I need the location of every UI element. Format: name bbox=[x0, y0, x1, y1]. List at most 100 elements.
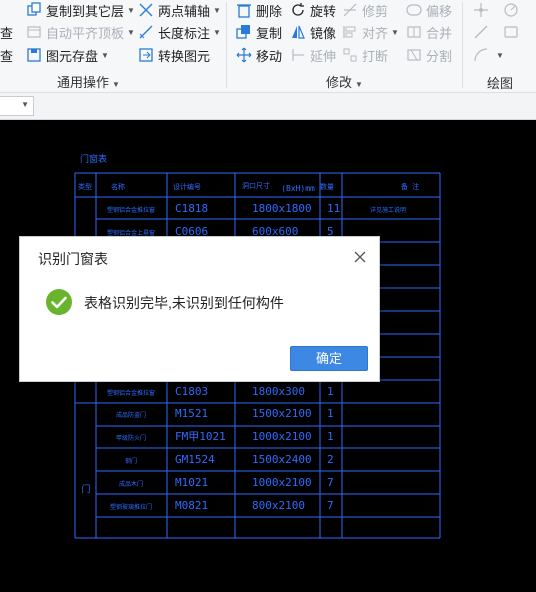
header-qty: 数量 bbox=[320, 182, 334, 191]
copy-button[interactable]: 复制 bbox=[236, 22, 282, 42]
button-label: 分割 bbox=[426, 48, 453, 64]
ribbon-separator bbox=[462, 2, 463, 88]
draw-point-button[interactable] bbox=[473, 0, 493, 20]
group-label-text: 修改 bbox=[326, 75, 353, 90]
chevron-down-icon: ▼ bbox=[21, 100, 29, 109]
button-label: 移动 bbox=[256, 48, 283, 64]
row-name: 钢门 bbox=[125, 457, 137, 465]
copy-to-other-layer-button[interactable]: 复制到其它层 ▼ bbox=[26, 0, 135, 20]
move-button[interactable]: 移动 bbox=[236, 45, 282, 65]
break-button[interactable]: 打断 bbox=[342, 45, 388, 65]
ribbon-cut-left-2[interactable]: 查 bbox=[0, 45, 13, 65]
layer-select[interactable]: ▼ bbox=[0, 96, 34, 116]
row-size: 1500x2100 bbox=[252, 407, 312, 420]
row-note: 详见施工说明 bbox=[370, 206, 406, 214]
row-code: GM1524 bbox=[175, 453, 215, 466]
button-label: 复制到其它层 bbox=[46, 3, 125, 19]
align-button[interactable]: 对齐 ▼ bbox=[342, 22, 399, 42]
chevron-down-icon: ▼ bbox=[213, 5, 221, 15]
auto-align-top-button[interactable]: 自动平齐顶板 ▼ bbox=[26, 22, 135, 42]
row-size: 1000x2100 bbox=[252, 476, 312, 489]
dialog-title: 识别门窗表 bbox=[38, 251, 108, 267]
group-label-draw: 绘图 bbox=[487, 73, 513, 92]
group-label-text: 通用操作 bbox=[57, 75, 110, 90]
row-qty: 2 bbox=[327, 453, 334, 466]
secondary-toolbar: ▼ bbox=[0, 93, 536, 120]
split-icon bbox=[406, 47, 422, 63]
chevron-down-icon: ▼ bbox=[127, 5, 135, 15]
convert-element-button[interactable]: 转换图元 bbox=[138, 45, 210, 65]
delete-button[interactable]: 删除 bbox=[236, 0, 282, 20]
row-code: C1818 bbox=[175, 202, 208, 215]
split-button[interactable]: 分割 bbox=[406, 45, 452, 65]
align-top-icon bbox=[26, 24, 42, 40]
row-name: 成品防盗门 bbox=[116, 411, 146, 419]
save-icon bbox=[26, 47, 42, 63]
rotate-button[interactable]: 旋转 bbox=[290, 0, 336, 20]
break-icon bbox=[342, 47, 358, 63]
line-icon bbox=[473, 24, 489, 40]
row-name: 塑钢玻璃推拉门 bbox=[110, 503, 152, 511]
close-button[interactable] bbox=[350, 247, 370, 267]
row-qty: 7 bbox=[327, 499, 334, 512]
button-label: 合并 bbox=[426, 25, 453, 41]
draw-circle-button[interactable] bbox=[503, 0, 523, 20]
offset-icon bbox=[406, 2, 422, 18]
ribbon-separator bbox=[226, 2, 227, 88]
header-type: 类型 bbox=[78, 182, 92, 191]
element-save-button[interactable]: 图元存盘 ▼ bbox=[26, 45, 109, 65]
button-label: 长度标注 bbox=[158, 25, 211, 41]
draw-rect-button[interactable] bbox=[503, 22, 523, 42]
ribbon-cut-label: 查 bbox=[0, 48, 14, 64]
merge-icon bbox=[406, 24, 422, 40]
draw-line-button[interactable] bbox=[473, 22, 493, 42]
group-label-modify: 修改 ▼ bbox=[326, 72, 363, 91]
length-dimension-button[interactable]: 长度标注 ▼ bbox=[138, 22, 221, 42]
button-label: 打断 bbox=[362, 48, 389, 64]
row-code: FM甲1021 bbox=[175, 430, 226, 443]
row-name: 塑钢铝合金推拉窗 bbox=[107, 206, 155, 214]
two-point-axis-button[interactable]: 两点辅轴 ▼ bbox=[138, 0, 221, 20]
trim-button[interactable]: 修剪 bbox=[342, 0, 388, 20]
button-label: 删除 bbox=[256, 3, 283, 19]
ok-button[interactable]: 确定 bbox=[290, 346, 368, 371]
point-icon bbox=[473, 2, 489, 18]
circle-icon bbox=[503, 2, 519, 18]
rectangle-icon bbox=[503, 24, 519, 40]
axis-icon bbox=[138, 2, 154, 18]
extend-icon bbox=[290, 47, 306, 63]
ribbon: 查 查 复制到其它层 ▼ 自动平齐顶板 ▼ 图元存盘 ▼ 两点辅轴 ▼ 长度标注 ▼ 转换… bbox=[0, 0, 536, 93]
chevron-down-icon: ▼ bbox=[355, 80, 363, 89]
chevron-down-icon: ▼ bbox=[391, 27, 399, 37]
group-label-general: 通用操作 ▼ bbox=[57, 72, 120, 91]
row-size: 1500x2400 bbox=[252, 453, 312, 466]
dialog-message: 表格识别完毕,未识别到任何构件 bbox=[84, 295, 284, 311]
offset-button[interactable]: 偏移 bbox=[406, 0, 452, 20]
row-name: 甲级防火门 bbox=[116, 434, 146, 442]
button-label: 旋转 bbox=[310, 3, 337, 19]
row-name: 塑钢铝合金推拉窗 bbox=[107, 389, 155, 397]
row-code: M1021 bbox=[175, 476, 208, 489]
row-qty: 1 bbox=[327, 407, 334, 420]
merge-button[interactable]: 合并 bbox=[406, 22, 452, 42]
header-size-unit: (BxH)mm bbox=[281, 184, 315, 193]
extend-button[interactable]: 延伸 bbox=[290, 45, 336, 65]
align-icon bbox=[342, 24, 358, 40]
chevron-down-icon: ▼ bbox=[101, 50, 109, 60]
row-qty: 7 bbox=[327, 476, 334, 489]
dimension-icon bbox=[138, 24, 154, 40]
close-icon bbox=[354, 251, 366, 263]
mirror-button[interactable]: 镜像 bbox=[290, 22, 336, 42]
copy-icon bbox=[236, 24, 252, 40]
chevron-down-icon: ▼ bbox=[213, 27, 221, 37]
row-name: 成品木门 bbox=[119, 480, 143, 488]
ribbon-cut-left-1[interactable]: 查 bbox=[0, 22, 13, 42]
recognize-table-dialog: 识别门窗表 表格识别完毕,未识别到任何构件 确定 bbox=[19, 236, 380, 382]
row-qty: 1 bbox=[327, 430, 334, 443]
draw-arc-button[interactable]: ▼ bbox=[473, 45, 504, 65]
button-label: 两点辅轴 bbox=[158, 3, 211, 19]
chevron-down-icon: ▼ bbox=[127, 27, 135, 37]
button-label: 修剪 bbox=[362, 3, 389, 19]
app-window: 查 查 复制到其它层 ▼ 自动平齐顶板 ▼ 图元存盘 ▼ 两点辅轴 ▼ 长度标注 ▼ 转换… bbox=[0, 0, 536, 592]
row-qty: 11 bbox=[327, 202, 340, 215]
